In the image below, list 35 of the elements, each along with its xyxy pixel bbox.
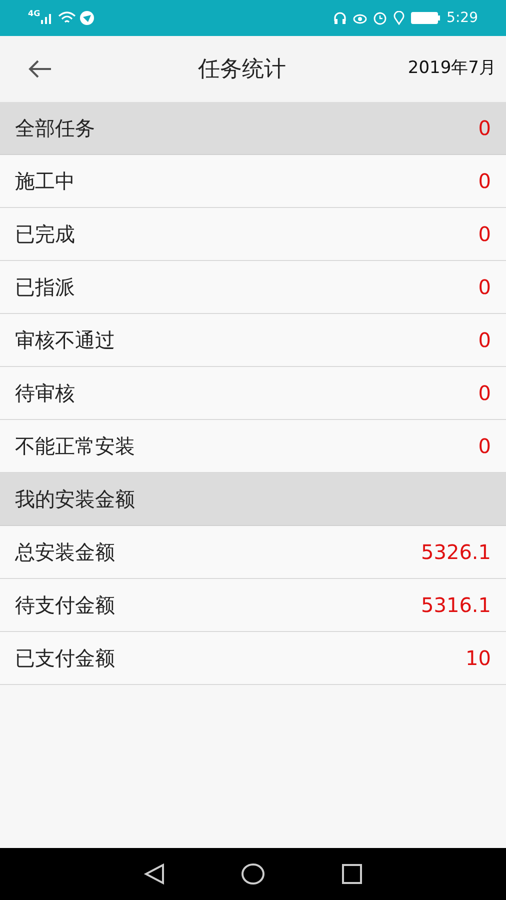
back-arrow-icon: [28, 60, 52, 78]
headphones-icon: [332, 11, 347, 25]
count-value: 0: [478, 433, 491, 460]
section-title: 全部任务: [15, 115, 95, 142]
section-title: 我的安装金额: [15, 486, 135, 513]
row-label: 已完成: [15, 221, 75, 248]
month-selector[interactable]: 2019年7月: [408, 56, 496, 82]
row-label: 待支付金额: [15, 592, 115, 619]
alarm-icon: [372, 11, 387, 25]
count-value: 5316.1: [421, 592, 491, 619]
count-value: 0: [478, 221, 491, 248]
clock-text: 5:29: [446, 8, 478, 28]
row-label: 施工中: [15, 168, 75, 195]
row-label: 不能正常安装: [15, 433, 135, 460]
row-label: 已指派: [15, 274, 75, 301]
row-label: 待审核: [15, 380, 75, 407]
wifi-icon: [58, 11, 76, 25]
count-value: 0: [478, 380, 491, 407]
row-label: 总安装金额: [15, 539, 115, 566]
app-icon: [80, 11, 94, 25]
count-value: 10: [466, 645, 491, 672]
count-value: 0: [478, 327, 491, 354]
home-circle-icon[interactable]: [241, 863, 265, 885]
page-title: 任务统计: [198, 56, 286, 84]
battery-icon: [410, 12, 441, 24]
network-label: 4G: [28, 10, 40, 18]
count-value: 0: [478, 168, 491, 195]
back-triangle-icon[interactable]: [143, 863, 165, 885]
count-value: 5326.1: [421, 539, 491, 566]
count-value: 0: [478, 274, 491, 301]
recents-square-icon[interactable]: [341, 863, 363, 885]
row-label: 审核不通过: [15, 327, 115, 354]
location-icon: [392, 11, 405, 25]
row-label: 已支付金额: [15, 645, 115, 672]
count-value: 0: [478, 115, 491, 142]
